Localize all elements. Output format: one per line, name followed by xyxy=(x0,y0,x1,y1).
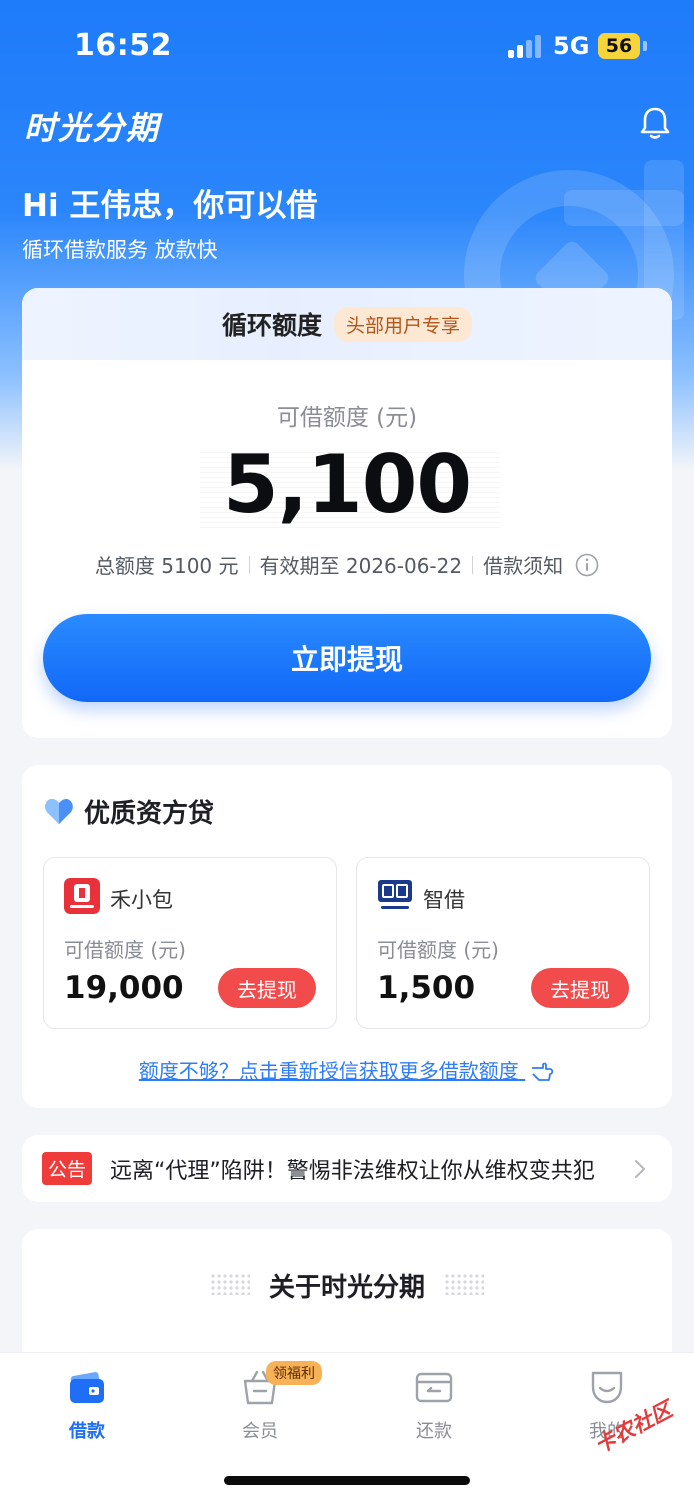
notice-banner[interactable]: 公告 远离“代理”陷阱！警惕非法维权让你从维权变共犯 xyxy=(22,1135,672,1202)
hexiaobao-logo-icon xyxy=(64,878,100,914)
tab-label: 会员 xyxy=(242,1421,278,1442)
notice-tag: 公告 xyxy=(42,1152,93,1185)
credit-title: 循环额度 xyxy=(221,311,322,340)
chevron-right-icon[interactable] xyxy=(634,1159,646,1179)
notice-text[interactable]: 远离“代理”陷阱！警惕非法维权让你从维权变共犯 xyxy=(110,1153,630,1185)
lender-card-hexiaobao[interactable]: 禾小包 可借额度 (元) 19,000 去提现 xyxy=(43,857,337,1029)
about-title: 关于时光分期 xyxy=(268,1273,425,1303)
tab-label: 还款 xyxy=(416,1421,452,1442)
credit-badge: 头部用户专享 xyxy=(334,306,473,342)
lenders-title: 优质资方贷 xyxy=(84,799,215,829)
status-time: 16:52 xyxy=(74,28,172,63)
withdraw-button[interactable]: 立即提现 xyxy=(43,614,651,702)
heart-icon xyxy=(45,799,73,824)
greeting-title: Hi 王伟忠，你可以借 xyxy=(22,188,318,224)
credit-header: 循环额度 头部用户专享 xyxy=(22,288,672,360)
lenders-section: 优质资方贷 禾小包 可借额度 (元) 19,000 去提现 智借 可借额度 (元… xyxy=(22,765,672,1108)
credit-total: 总额度 5100 元 xyxy=(94,554,239,578)
battery-icon: 56 xyxy=(598,33,640,59)
lender-amount-label: 可借额度 (元) xyxy=(64,938,186,962)
info-icon[interactable] xyxy=(575,553,599,577)
lender-withdraw-button[interactable]: 去提现 xyxy=(531,968,629,1008)
home-indicator xyxy=(224,1476,470,1485)
lender-name: 禾小包 xyxy=(110,888,173,912)
credit-card: 循环额度 头部用户专享 可借额度 (元) 5,100 总额度 5100 元 有效… xyxy=(22,288,672,738)
card-icon xyxy=(415,1372,453,1403)
app-logo: 时光分期 xyxy=(24,109,161,147)
loan-notice-link[interactable]: 借款须知 xyxy=(483,550,563,579)
tab-label: 借款 xyxy=(69,1421,105,1442)
lender-amount: 19,000 xyxy=(64,970,184,1006)
bell-icon[interactable] xyxy=(636,104,674,142)
network-type: 5G xyxy=(553,32,590,60)
wallet-icon xyxy=(70,1372,104,1403)
reauthorize-link-text[interactable]: 额度不够？点击重新授信获取更多借款额度 xyxy=(139,1059,519,1083)
credit-meta: 总额度 5100 元 有效期至 2026-06-22 借款须知 xyxy=(22,550,672,579)
tab-loan[interactable]: 借款 xyxy=(27,1367,147,1443)
status-bar: 16:52 5G 56 xyxy=(0,0,694,92)
divider xyxy=(472,555,474,574)
lender-amount: 1,500 xyxy=(377,970,476,1006)
smile-icon xyxy=(591,1371,623,1404)
lender-name: 智借 xyxy=(423,888,465,912)
greeting-subtitle: 循环借款服务 放款快 xyxy=(22,238,218,262)
lender-amount-label: 可借额度 (元) xyxy=(377,938,499,962)
credit-amount-label: 可借额度 (元) xyxy=(276,405,418,431)
divider xyxy=(248,555,250,574)
tab-badge: 领福利 xyxy=(266,1361,322,1385)
pointing-hand-icon xyxy=(532,1062,554,1081)
zhijie-logo-icon xyxy=(377,878,413,914)
tab-repayment[interactable]: 还款 xyxy=(374,1367,494,1443)
battery-tip xyxy=(643,41,647,51)
lender-withdraw-button[interactable]: 去提现 xyxy=(218,968,316,1008)
decor-dots xyxy=(444,1273,484,1295)
credit-validity: 有效期至 2026-06-22 xyxy=(259,554,463,578)
signal-icon xyxy=(508,34,544,58)
tab-member[interactable]: 领福利 会员 xyxy=(200,1361,322,1443)
lender-card-zhijie[interactable]: 智借 可借额度 (元) 1,500 去提现 xyxy=(356,857,650,1029)
reauthorize-link[interactable]: 额度不够？点击重新授信获取更多借款额度 xyxy=(22,1055,672,1084)
credit-amount: 5,100 xyxy=(222,438,472,531)
